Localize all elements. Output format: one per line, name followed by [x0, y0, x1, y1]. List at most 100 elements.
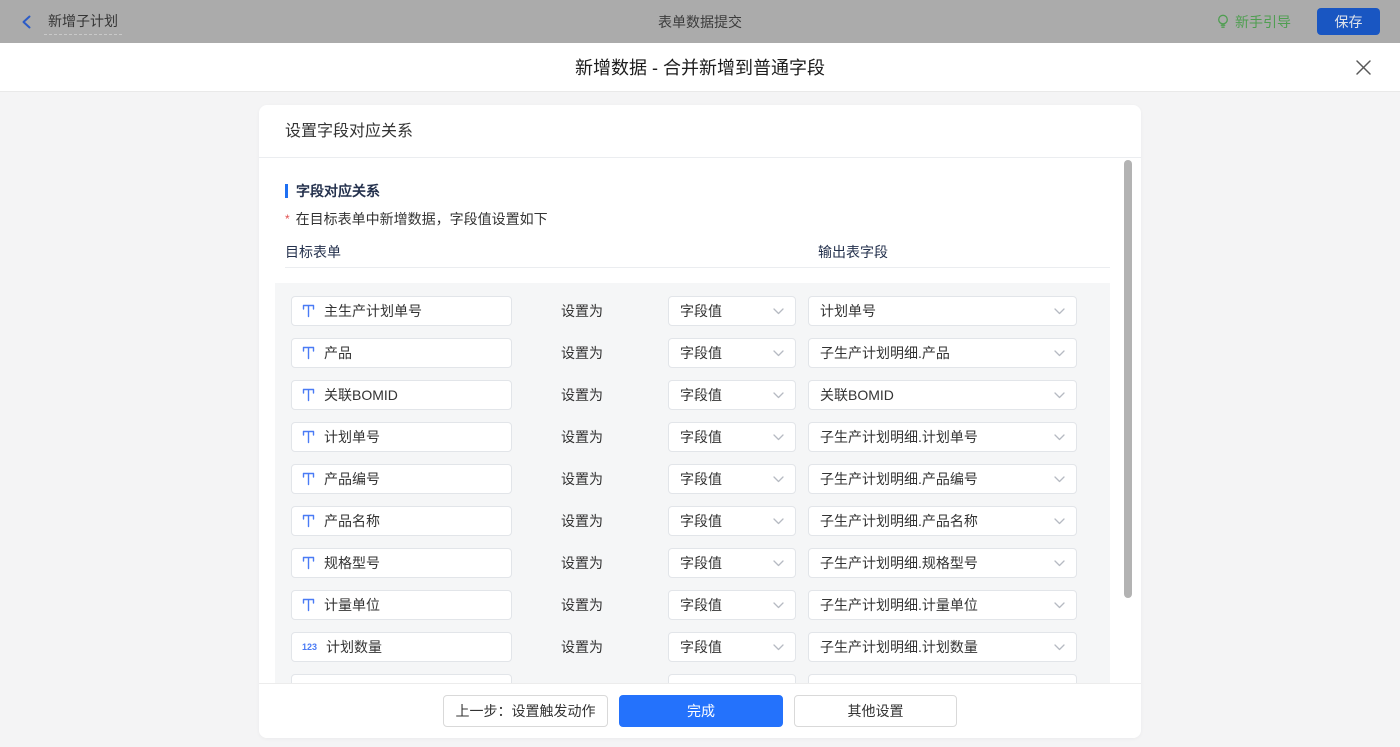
- set-as-label: 设置为: [561, 422, 603, 452]
- output-field-label: 子生产计划明细.计划单号: [820, 427, 978, 447]
- value-mode-select[interactable]: 字段值: [668, 464, 796, 494]
- field-mapping-row: 123 计量单位 设置为 字段值 子生产计划明细.计量单位: [275, 590, 1110, 632]
- output-field-label: 计划单号: [820, 301, 876, 321]
- output-field-select[interactable]: 子生产计划明细.计划单号: [808, 422, 1077, 452]
- set-as-label: 设置为: [561, 338, 603, 368]
- column-header-target: 目标表单: [285, 242, 341, 262]
- column-divider: [285, 267, 1110, 268]
- accent-bar: [285, 184, 288, 198]
- close-icon: [1355, 59, 1372, 76]
- value-mode-label: 字段值: [680, 301, 722, 321]
- text-field-icon: [302, 346, 315, 360]
- section-title: 字段对应关系: [285, 181, 380, 201]
- target-field-input[interactable]: 123: [291, 674, 512, 683]
- set-as-label: 设置为: [561, 632, 603, 662]
- value-mode-select[interactable]: [668, 674, 796, 683]
- value-mode-select[interactable]: 字段值: [668, 590, 796, 620]
- hint-text: 在目标表单中新增数据，字段值设置如下: [296, 211, 548, 227]
- chevron-down-icon: [773, 350, 784, 357]
- target-field-input[interactable]: 123 关联BOMID: [291, 380, 512, 410]
- scrollbar-thumb[interactable]: [1124, 160, 1132, 598]
- output-field-label: 子生产计划明细.计划数量: [820, 637, 978, 657]
- value-mode-label: 字段值: [680, 385, 722, 405]
- target-field-input[interactable]: 123 产品编号: [291, 464, 512, 494]
- chevron-down-icon: [1054, 392, 1065, 399]
- output-field-select[interactable]: 子生产计划明细.产品编号: [808, 464, 1077, 494]
- output-field-label: 子生产计划明细.产品: [820, 343, 950, 363]
- column-header-output: 输出表字段: [818, 242, 888, 262]
- chevron-down-icon: [773, 434, 784, 441]
- field-mapping-row: 123 产品名称 设置为 字段值 子生产计划明细.产品名称: [275, 506, 1110, 548]
- output-field-select[interactable]: 子生产计划明细.计划数量: [808, 632, 1077, 662]
- field-mapping-row: 123 主生产计划单号 设置为 字段值 计划单号: [275, 296, 1110, 338]
- value-mode-label: 字段值: [680, 343, 722, 363]
- output-field-select[interactable]: 关联BOMID: [808, 380, 1077, 410]
- target-field-input[interactable]: 123 产品名称: [291, 506, 512, 536]
- card-title: 设置字段对应关系: [259, 105, 1141, 158]
- chevron-down-icon: [1054, 644, 1065, 651]
- beginner-guide-link[interactable]: 新手引导: [1216, 12, 1291, 32]
- output-field-select[interactable]: 计划单号: [808, 296, 1077, 326]
- modal-header: 新增数据 - 合并新增到普通字段: [0, 43, 1400, 92]
- chevron-down-icon: [773, 518, 784, 525]
- field-mapping-row: 123 规格型号 设置为 字段值 子生产计划明细.规格型号: [275, 548, 1110, 590]
- page: 新增子计划 表单数据提交 新手引导 保存 新增数据 - 合并新增到普通字段 设置…: [0, 0, 1400, 747]
- output-field-label: 子生产计划明细.产品编号: [820, 469, 978, 489]
- chevron-down-icon: [773, 644, 784, 651]
- value-mode-select[interactable]: 字段值: [668, 422, 796, 452]
- required-asterisk: *: [285, 212, 290, 226]
- value-mode-select[interactable]: 字段值: [668, 296, 796, 326]
- text-field-icon: [302, 472, 315, 486]
- output-field-select[interactable]: [808, 674, 1077, 683]
- target-field-input[interactable]: 123 计划单号: [291, 422, 512, 452]
- chevron-down-icon: [773, 560, 784, 567]
- done-button[interactable]: 完成: [619, 695, 783, 727]
- output-field-label: 子生产计划明细.计量单位: [820, 595, 978, 615]
- field-mapping-list: 123 主生产计划单号 设置为 字段值 计划单号 123 产品 设置为 字段值 …: [275, 283, 1110, 683]
- field-mapping-row: 123 产品编号 设置为 字段值 子生产计划明细.产品编号: [275, 464, 1110, 506]
- close-button[interactable]: [1350, 54, 1376, 80]
- output-field-label: 关联BOMID: [820, 385, 894, 405]
- other-settings-button[interactable]: 其他设置: [794, 695, 957, 727]
- output-field-select[interactable]: 子生产计划明细.产品: [808, 338, 1077, 368]
- value-mode-select[interactable]: 字段值: [668, 338, 796, 368]
- value-mode-label: 字段值: [680, 595, 722, 615]
- value-mode-select[interactable]: 字段值: [668, 548, 796, 578]
- target-field-input[interactable]: 123 计划数量: [291, 632, 512, 662]
- set-as-label: 设置为: [561, 464, 603, 494]
- target-field-label: 计划数量: [326, 637, 382, 657]
- output-field-label: 子生产计划明细.产品名称: [820, 511, 978, 531]
- value-mode-label: 字段值: [680, 427, 722, 447]
- card-footer: 上一步：设置触发动作 完成 其他设置: [259, 683, 1141, 738]
- field-mapping-row: 123 计划单号 设置为 字段值 子生产计划明细.计划单号: [275, 422, 1110, 464]
- target-field-input[interactable]: 123 主生产计划单号: [291, 296, 512, 326]
- top-bar-actions: 新手引导 保存: [1216, 0, 1380, 43]
- output-field-select[interactable]: 子生产计划明细.产品名称: [808, 506, 1077, 536]
- target-field-input[interactable]: 123 产品: [291, 338, 512, 368]
- target-field-label: 规格型号: [324, 553, 380, 573]
- page-title: 表单数据提交: [0, 0, 1400, 43]
- plan-name-label[interactable]: 新增子计划: [44, 9, 122, 35]
- field-mapping-card: 设置字段对应关系 字段对应关系 * 在目标表单中新增数据，字段值设置如下 目标表单…: [259, 105, 1141, 738]
- back-button[interactable]: 新增子计划: [20, 0, 122, 43]
- target-field-input[interactable]: 123 规格型号: [291, 548, 512, 578]
- save-button[interactable]: 保存: [1317, 8, 1380, 35]
- modal-title: 新增数据 - 合并新增到普通字段: [575, 54, 825, 80]
- target-field-label: 关联BOMID: [324, 385, 398, 405]
- section-title-text: 字段对应关系: [296, 181, 380, 201]
- target-field-label: 产品名称: [324, 511, 380, 531]
- field-mapping-row: 123 产品 设置为 字段值 子生产计划明细.产品: [275, 338, 1110, 380]
- value-mode-select[interactable]: 字段值: [668, 380, 796, 410]
- number-field-icon: 123: [302, 642, 317, 652]
- chevron-down-icon: [773, 602, 784, 609]
- value-mode-select[interactable]: 字段值: [668, 632, 796, 662]
- value-mode-label: 字段值: [680, 511, 722, 531]
- previous-step-button[interactable]: 上一步：设置触发动作: [443, 695, 608, 727]
- lightbulb-icon: [1216, 14, 1230, 29]
- output-field-select[interactable]: 子生产计划明细.规格型号: [808, 548, 1077, 578]
- output-field-select[interactable]: 子生产计划明细.计量单位: [808, 590, 1077, 620]
- value-mode-select[interactable]: 字段值: [668, 506, 796, 536]
- field-mapping-row: 123: [275, 674, 1110, 683]
- back-chevron-icon: [20, 15, 34, 29]
- target-field-input[interactable]: 123 计量单位: [291, 590, 512, 620]
